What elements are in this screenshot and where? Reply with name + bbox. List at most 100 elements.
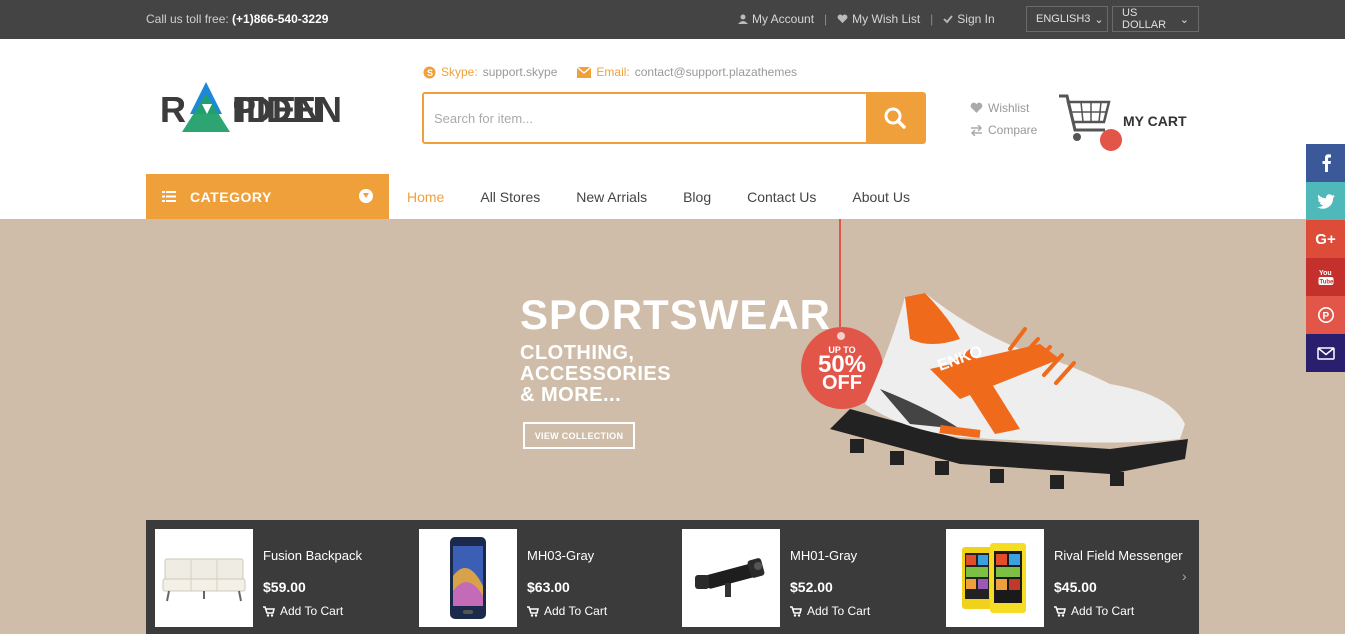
hero-line-2: ACCESSORIES [520,363,672,385]
heart-icon [837,14,848,24]
youtube-icon[interactable]: You Tube [1306,258,1345,296]
google-plus-icon[interactable]: G+ [1306,220,1345,258]
chevron-down-icon: ⌄ [1094,13,1104,26]
currency-value: US DOLLAR [1122,7,1167,31]
skype-contact[interactable]: S Skype: support.skype [423,65,557,79]
hero-line-1: CLOTHING, [520,342,635,364]
hero-subtitle: CLOTHING, ACCESSORIES & MORE... [520,343,671,406]
cart-count-badge [1100,129,1122,151]
my-wishlist-link[interactable]: My Wish List [837,12,920,26]
facebook-icon[interactable] [1306,144,1345,182]
nav-item-blog[interactable]: Blog [665,189,729,205]
product-name[interactable]: MH03-Gray [527,548,594,563]
cart-label: MY CART [1123,113,1187,129]
nav-item-about-us[interactable]: About Us [834,189,928,205]
product-card[interactable]: MH01-Gray $52.00 Add To Cart [682,529,932,627]
product-name[interactable]: Rival Field Messenger [1054,548,1183,563]
product-price: $59.00 [263,579,306,595]
compare-link[interactable]: Compare [970,123,1037,137]
my-account-label: My Account [752,12,815,26]
twitter-icon[interactable] [1306,182,1345,220]
currency-select[interactable]: US DOLLAR ⌄ [1112,6,1199,32]
product-card[interactable]: Rival Field Messenger $45.00 Add To Cart [946,529,1196,627]
google-plus-glyph: G+ [1315,230,1336,248]
add-to-cart-label: Add To Cart [280,604,344,618]
toll-free-info: Call us toll free: (+1)866-540-3229 [146,12,328,26]
cart-icon [527,605,539,617]
svg-text:P: P [1322,311,1329,322]
phone-yellow-icon [962,543,1026,613]
my-wishlist-label: My Wish List [852,12,921,26]
product-price: $63.00 [527,579,570,595]
site-logo[interactable]: RAPIDEN PIDEN R [160,80,340,136]
nav-item-new-arrivals[interactable]: New Arrials [558,189,665,205]
email-key: Email: [596,65,630,79]
svg-text:Tube: Tube [1319,280,1334,286]
divider: | [824,12,828,26]
nav-item-home[interactable]: Home [389,189,462,205]
add-to-cart-button[interactable]: Add To Cart [1054,604,1134,618]
search-button[interactable] [866,94,924,142]
add-to-cart-button[interactable]: Add To Cart [527,604,607,618]
sign-in-link[interactable]: Sign In [943,12,995,26]
svg-text:R: R [160,89,186,130]
product-thumbnail[interactable] [682,529,780,627]
nav-item-all-stores[interactable]: All Stores [462,189,558,205]
product-thumbnail[interactable] [419,529,517,627]
my-account-link[interactable]: My Account [738,12,814,26]
skype-key: Skype: [441,65,478,79]
account-links: My Account | My Wish List | Sign In [738,12,995,26]
envelope-icon [577,66,592,78]
chevron-right-icon[interactable]: › [1182,568,1187,584]
chevron-down-icon [359,189,373,203]
scope-icon [695,558,765,597]
pinterest-icon[interactable]: P [1306,296,1345,334]
add-to-cart-label: Add To Cart [544,604,608,618]
toll-free-number: (+1)866-540-3229 [232,12,329,26]
wishlist-label: Wishlist [988,101,1030,115]
rapiden-logo: RAPIDEN PIDEN R [160,82,340,132]
language-value: ENGLISH3 [1036,13,1091,25]
product-card[interactable]: MH03-Gray $63.00 Add To Cart [419,529,669,627]
product-thumbnail[interactable] [946,529,1044,627]
mini-cart[interactable]: MY CART [1057,92,1197,152]
hero-title: SPORTSWEAR [520,291,832,338]
top-bar: Call us toll free: (+1)866-540-3229 My A… [0,0,1345,39]
wishlist-link[interactable]: Wishlist [970,101,1037,115]
add-to-cart-label: Add To Cart [1071,604,1135,618]
compare-icon [970,124,983,136]
social-sidebar: G+ You Tube P [1306,144,1345,372]
product-card[interactable]: Fusion Backpack $59.00 Add To Cart [155,529,405,627]
toll-free-label: Call us toll free: [146,12,229,26]
contact-info: S Skype: support.skype Email: contact@su… [423,65,797,79]
sofa-icon [162,558,246,602]
main-nav: Home All Stores New Arrials Blog Contact… [389,174,928,219]
category-label: CATEGORY [190,188,272,205]
chevron-down-icon: ⌄ [1179,13,1189,26]
product-name[interactable]: MH01-Gray [790,548,857,563]
email-value: contact@support.plazathemes [634,65,798,79]
sneaker-image: ENKO [830,293,1188,489]
view-collection-button[interactable]: VIEW COLLECTION [523,422,635,449]
heart-icon [970,102,983,113]
search-icon [884,107,906,129]
product-price: $52.00 [790,579,833,595]
email-contact[interactable]: Email: contact@support.plazathemes [577,65,797,79]
nav-item-contact-us[interactable]: Contact Us [729,189,834,205]
svg-text:PIDEN: PIDEN [232,89,340,130]
featured-products-strip: ‹ Fusion Backpack $59.00 Add To Cart [146,520,1199,634]
add-to-cart-button[interactable]: Add To Cart [790,604,870,618]
check-icon [943,15,953,24]
language-select[interactable]: ENGLISH3 ⌄ [1026,6,1108,32]
cart-icon [263,605,275,617]
email-icon[interactable] [1306,334,1345,372]
user-icon [738,14,748,24]
cart-icon [790,605,802,617]
category-menu-toggle[interactable]: CATEGORY [146,174,389,219]
search-bar [422,92,926,144]
add-to-cart-button[interactable]: Add To Cart [263,604,343,618]
search-input[interactable] [424,94,866,142]
add-to-cart-label: Add To Cart [807,604,871,618]
product-thumbnail[interactable] [155,529,253,627]
product-name[interactable]: Fusion Backpack [263,548,362,563]
